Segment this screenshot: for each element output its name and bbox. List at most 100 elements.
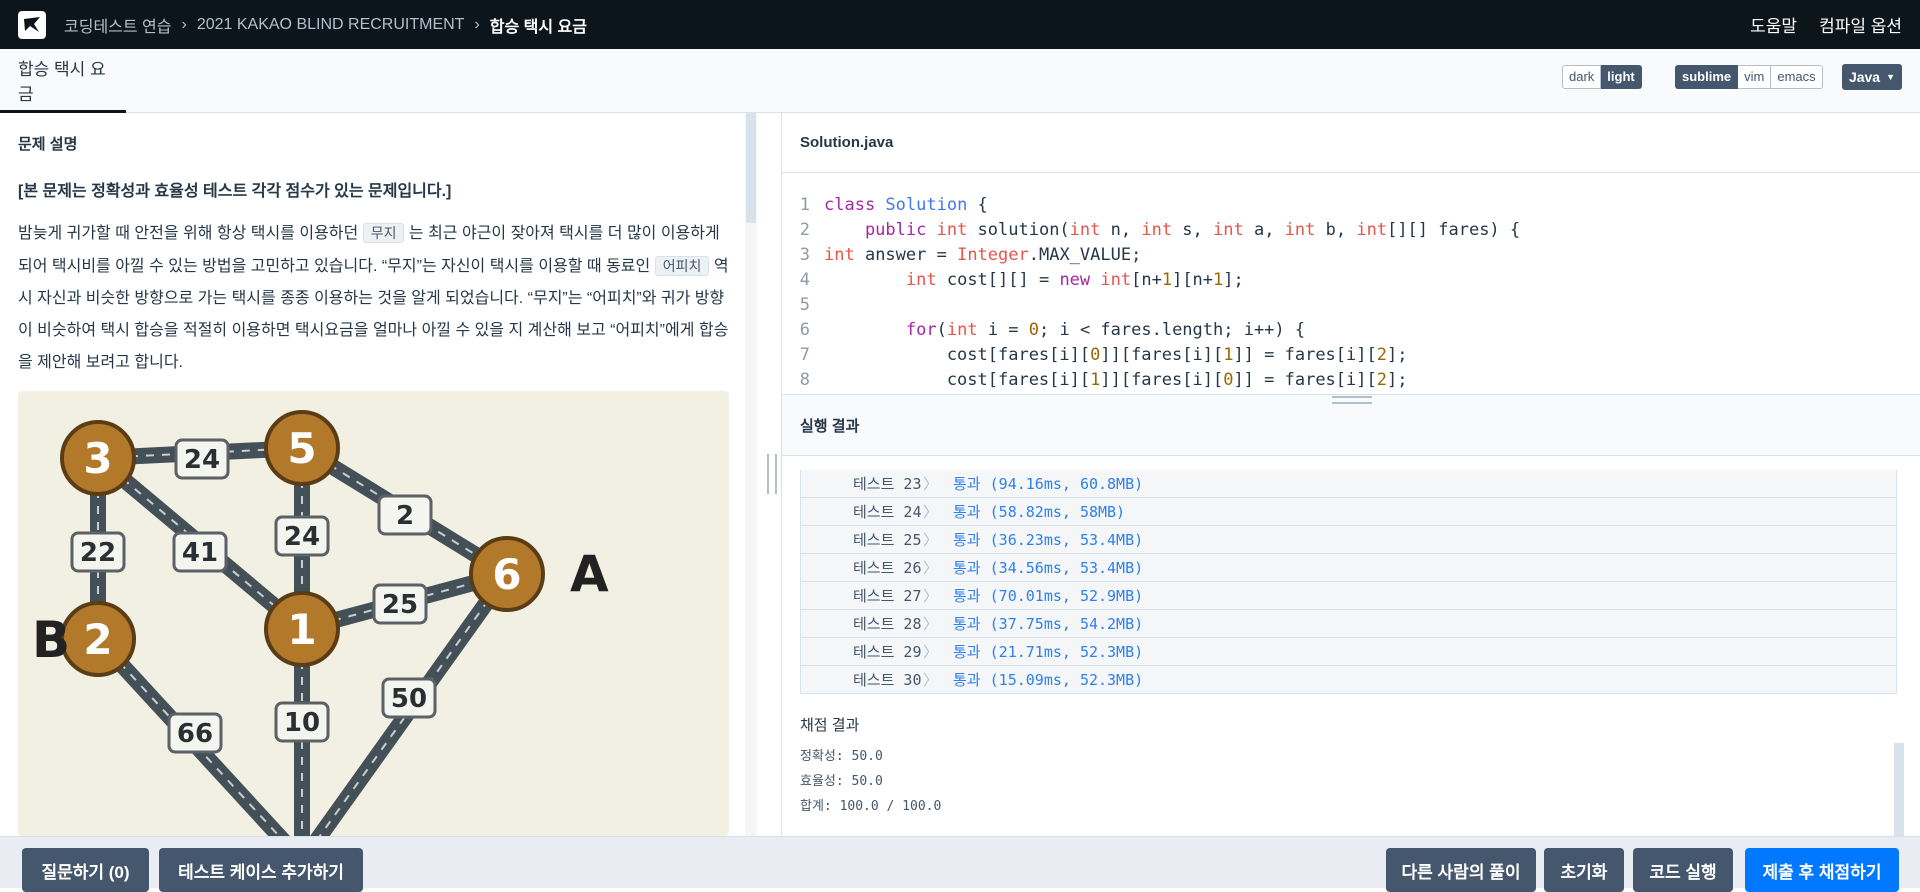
editor-filename: Solution.java (782, 113, 1920, 173)
keymap-sublime-button[interactable]: sublime (1675, 65, 1739, 89)
chevron-right-icon: 〉 (923, 559, 939, 577)
caret-down-icon: ▼ (1886, 72, 1896, 82)
taxi-map-graph: 24222 41242566 10503 5612AB (32, 410, 609, 836)
keymap-emacs-button[interactable]: emacs (1771, 65, 1823, 89)
code-token: [][] fares) { (1387, 220, 1521, 240)
code-token: int (946, 320, 978, 340)
breadcrumb-recruitment[interactable]: 2021 KAKAO BLIND RECRUITMENT (197, 16, 465, 34)
code-token: int (1356, 220, 1388, 240)
score-efficiency: 효율성: 50.0 (800, 774, 883, 789)
test-results-table: 테스트 23 〉 통과 (94.16ms, 60.8MB) 테스트 24 〉 통과 (58… (800, 470, 1897, 694)
code-line: 7 cost[fares[i][0]][fares[i][1]] = fares… (782, 345, 1920, 370)
chevron-right-icon: 〉 (923, 587, 939, 605)
code-token: solution( (967, 220, 1070, 240)
keymap-vim-button[interactable]: vim (1738, 65, 1772, 89)
test-case-name: 테스트 28 (853, 615, 922, 633)
test-result-row: 테스트 25 〉 통과 (36.23ms, 53.4MB) (800, 526, 1897, 554)
score-total: 합계: 100.0 / 100.0 (800, 799, 942, 814)
test-result-row: 테스트 24 〉 통과 (58.82ms, 58MB) (800, 498, 1897, 526)
chevron-right-icon: 〉 (923, 503, 939, 521)
test-case-result: 통과 (70.01ms, 52.9MB) (953, 587, 1144, 605)
code-token: int (824, 245, 855, 265)
submit-button[interactable]: 제출 후 채점하기 (1745, 848, 1899, 892)
code-token: Integer (957, 245, 1029, 265)
code-token: s, (1172, 220, 1214, 240)
horizontal-resize-handle[interactable] (1332, 396, 1372, 404)
fare-label: 41 (182, 538, 218, 568)
test-case-result: 통과 (21.71ms, 52.3MB) (953, 643, 1144, 661)
code-token: i = (977, 320, 1029, 340)
code-token: class (824, 195, 886, 215)
code-token: int (1213, 220, 1244, 240)
vertical-resize-handle[interactable] (767, 454, 777, 494)
add-testcase-button[interactable]: 테스트 케이스 추가하기 (159, 848, 363, 892)
code-token: [n+ (1131, 270, 1162, 290)
fare-label: 50 (391, 684, 427, 714)
ask-question-button[interactable]: 질문하기 (0) (22, 848, 149, 892)
line-number: 6 (799, 320, 810, 340)
code-token: 2 (1376, 345, 1387, 365)
test-case-result: 통과 (15.09ms, 52.3MB) (953, 671, 1144, 689)
code-token: 1 (1090, 370, 1101, 390)
test-case-name: 테스트 23 (853, 475, 922, 493)
map-node-label: 5 (287, 424, 316, 473)
editor-panel: Solution.java 1 class Solution { 2 public… (782, 113, 1920, 836)
muzi-code: 무지 (362, 223, 405, 243)
tab-problem[interactable]: 합승 택시 요금 (0, 49, 126, 113)
compile-options-link[interactable]: 컴파일 옵션 (1819, 12, 1902, 37)
breadcrumb-chevron-icon: › (181, 15, 187, 33)
code-token: n, (1100, 220, 1142, 240)
theme-light-button[interactable]: light (1601, 65, 1642, 89)
fare-label: 22 (80, 538, 116, 568)
run-code-button[interactable]: 코드 실행 (1633, 848, 1733, 892)
map-node-label: 6 (492, 550, 521, 599)
fare-label: 66 (177, 719, 213, 749)
code-token: ]][fares[i][ (1100, 345, 1224, 365)
code-token: new (1059, 270, 1101, 290)
code-token: ]] = fares[i][ (1233, 345, 1377, 365)
test-result-row: 테스트 26 〉 통과 (34.56ms, 53.4MB) (800, 554, 1897, 582)
test-result-row: 테스트 23 〉 통과 (94.16ms, 60.8MB) (800, 470, 1897, 498)
map-node-label: 1 (287, 605, 316, 654)
test-case-result: 통과 (36.23ms, 53.4MB) (953, 531, 1144, 549)
code-token: int (1069, 220, 1101, 240)
help-link[interactable]: 도움말 (1750, 12, 1797, 37)
code-token: .MAX_VALUE; (1028, 245, 1142, 265)
test-case-result: 통과 (94.16ms, 60.8MB) (953, 475, 1144, 493)
test-case-result: 통과 (58.82ms, 58MB) (953, 503, 1126, 521)
breadcrumb-current-problem: 합승 택시 요금 (489, 18, 587, 36)
code-token: 2 (1376, 370, 1387, 390)
code-token: ][n+ (1172, 270, 1214, 290)
code-token: int (905, 270, 937, 290)
code-token: 0 (1090, 345, 1101, 365)
code-token: ( (936, 320, 947, 340)
theme-dark-button[interactable]: dark (1562, 65, 1602, 89)
map-node-label: 3 (83, 434, 112, 483)
code-token: int (1141, 220, 1173, 240)
problem-scrollbar-thumb[interactable] (746, 113, 756, 223)
test-case-result: 통과 (34.56ms, 53.4MB) (953, 559, 1144, 577)
code-token: cost[fares[i][ (824, 345, 1091, 365)
code-token: int (936, 220, 968, 240)
code-editor[interactable]: 1 class Solution { 2 public int solution(… (782, 195, 1920, 393)
keymap-toggle: sublime vim emacs (1675, 65, 1823, 89)
problem-text-1: 밤늦게 귀가할 때 안전을 위해 항상 택시를 이용하던 (18, 225, 359, 242)
breadcrumb-coding-test[interactable]: 코딩테스트 연습 (64, 13, 172, 37)
code-token: 0 (1223, 370, 1234, 390)
reset-button[interactable]: 초기화 (1544, 848, 1624, 892)
code-line: 8 cost[fares[i][1]][fares[i][0]] = fares… (782, 370, 1920, 393)
code-line: 4 int cost[][] = new int [n+ 1][n+ 1]; (782, 270, 1920, 295)
language-dropdown[interactable]: Java ▼ (1842, 64, 1902, 90)
line-number: 2 (799, 220, 810, 240)
programmers-logo-icon[interactable] (18, 10, 46, 39)
tab-bar: 합승 택시 요금 dark light sublime vim emacs Ja… (0, 49, 1920, 113)
results-scrollbar-thumb[interactable] (1894, 743, 1904, 836)
code-token: ]; (1223, 270, 1244, 290)
code-token: ]; (1386, 370, 1408, 390)
others-solution-button[interactable]: 다른 사람의 풀이 (1386, 848, 1536, 892)
code-token: 1 (1223, 345, 1234, 365)
code-token: answer = (854, 245, 958, 265)
fare-label: 25 (382, 590, 418, 620)
